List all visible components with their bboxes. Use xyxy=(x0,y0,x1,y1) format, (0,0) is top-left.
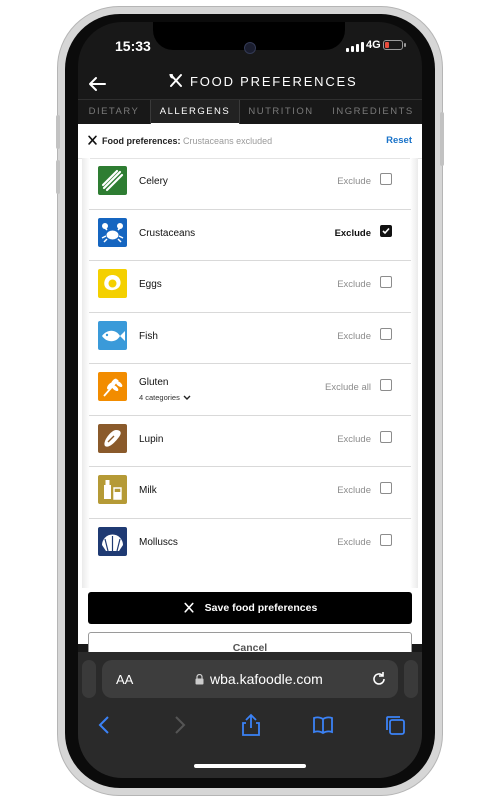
allergen-row-fish[interactable]: Fish Exclude xyxy=(89,313,411,364)
phone-screen: 15:33 4G FOOD PREFERENCES DIETARY ALLERG… xyxy=(78,22,422,778)
allergen-name: Crustaceans xyxy=(139,227,196,239)
phone-volume-button xyxy=(56,115,60,149)
battery-tip xyxy=(404,43,406,47)
tab-ingredients[interactable]: INGREDIENTS xyxy=(324,100,422,124)
milk-icon xyxy=(98,475,127,504)
home-indicator xyxy=(194,764,306,768)
exclude-checkbox[interactable] xyxy=(380,533,392,546)
reload-icon[interactable] xyxy=(370,670,388,688)
exclude-checkbox[interactable] xyxy=(380,430,392,443)
page-title: FOOD PREFERENCES xyxy=(190,73,358,89)
previous-tab-preview[interactable] xyxy=(82,660,96,698)
main-content: Food preferences: Crustaceans excluded R… xyxy=(78,124,422,664)
celery-icon xyxy=(98,166,127,195)
exclude-checkbox[interactable] xyxy=(380,327,392,340)
allergen-name: Eggs xyxy=(139,279,162,290)
url-text: wba.kafoodle.com xyxy=(210,671,323,687)
allergen-name: Gluten xyxy=(139,377,169,388)
allergen-name: Fish xyxy=(139,330,158,342)
exclude-checkbox[interactable] xyxy=(380,224,392,237)
cutlery-icon xyxy=(88,135,97,145)
save-preferences-button[interactable]: Save food preferences xyxy=(88,592,412,624)
lock-icon xyxy=(195,673,204,684)
tab-bar: DIETARY ALLERGENS NUTRITION INGREDIENTS xyxy=(78,99,422,125)
preferences-value: Crustaceans excluded xyxy=(183,136,273,146)
fish-icon xyxy=(98,320,127,350)
exclude-label: Exclude xyxy=(337,485,371,496)
allergen-row-eggs[interactable]: Eggs Exclude xyxy=(89,261,411,313)
tabs-icon[interactable] xyxy=(382,712,408,738)
bookmarks-icon[interactable] xyxy=(310,712,336,738)
categories-label: 4 categories xyxy=(139,393,180,402)
egg-icon xyxy=(98,269,127,298)
save-button-label: Save food preferences xyxy=(204,602,318,614)
exclude-checkbox[interactable] xyxy=(380,379,392,391)
status-time: 15:33 xyxy=(115,38,151,54)
share-icon[interactable] xyxy=(238,712,264,738)
exclude-checkbox[interactable] xyxy=(380,276,392,288)
exclude-checkbox[interactable] xyxy=(380,482,392,494)
exclude-label: Exclude xyxy=(337,176,371,187)
shell-icon xyxy=(98,526,127,556)
text-size-button[interactable]: AA xyxy=(116,672,133,687)
browser-toolbar xyxy=(78,712,422,752)
allergen-row-molluscs[interactable]: Molluscs Exclude xyxy=(89,519,411,571)
list-shadow-right xyxy=(410,158,418,588)
allergen-row-milk[interactable]: Milk Exclude xyxy=(89,467,411,519)
allergen-name: Molluscs xyxy=(139,536,178,548)
tab-allergens[interactable]: ALLERGENS xyxy=(150,100,240,125)
address-bar[interactable]: AA wba.kafoodle.com xyxy=(102,660,398,698)
exclude-checkbox[interactable] xyxy=(380,173,392,185)
gluten-categories-toggle[interactable]: 4 categories xyxy=(139,393,191,402)
crab-icon xyxy=(98,217,127,247)
allergen-name: Milk xyxy=(139,485,157,496)
next-tab-preview[interactable] xyxy=(404,660,418,698)
allergen-row-crustaceans[interactable]: Crustaceans Exclude xyxy=(89,210,411,261)
cutlery-icon xyxy=(184,602,194,613)
exclude-label: Exclude xyxy=(337,330,371,342)
preferences-summary: Food preferences: Crustaceans excluded R… xyxy=(78,124,422,159)
chevron-down-icon xyxy=(183,395,191,400)
battery-icon xyxy=(383,40,403,50)
tab-nutrition[interactable]: NUTRITION xyxy=(238,100,324,124)
back-arrow-icon[interactable] xyxy=(86,73,108,95)
exclude-label: Exclude xyxy=(334,227,371,239)
camera-icon xyxy=(244,42,256,54)
header-title: FOOD PREFERENCES xyxy=(168,73,357,89)
url-display[interactable]: wba.kafoodle.com xyxy=(195,671,323,687)
allergen-name: Celery xyxy=(139,176,168,187)
allergen-row-lupin[interactable]: Lupin Exclude xyxy=(89,416,411,467)
signal-icon xyxy=(346,42,364,52)
phone-side-button xyxy=(440,112,444,166)
preferences-text: Food preferences: Crustaceans excluded xyxy=(102,136,272,146)
browser-chrome: AA wba.kafoodle.com xyxy=(78,652,422,778)
network-label: 4G xyxy=(366,39,381,51)
exclude-label: Exclude xyxy=(337,536,371,548)
forward-chevron-icon[interactable] xyxy=(166,712,192,738)
tab-dietary[interactable]: DIETARY xyxy=(78,100,150,124)
exclude-all-label: Exclude all xyxy=(325,382,371,393)
phone-volume-button xyxy=(56,160,60,194)
checkmark-icon xyxy=(382,227,390,234)
allergen-list: Celery Exclude Crustaceans Exclude Eggs … xyxy=(89,158,411,570)
allergen-row-gluten[interactable]: Gluten 4 categories Exclude all xyxy=(89,364,411,416)
allergen-row-celery[interactable]: Celery Exclude xyxy=(89,158,411,210)
lupin-icon xyxy=(98,423,127,453)
exclude-label: Exclude xyxy=(337,433,371,445)
reset-link[interactable]: Reset xyxy=(386,135,412,146)
preferences-label: Food preferences: xyxy=(102,136,181,146)
cutlery-icon xyxy=(169,73,182,87)
allergen-name: Lupin xyxy=(139,433,164,445)
wheat-icon xyxy=(98,372,127,401)
back-chevron-icon[interactable] xyxy=(92,712,118,738)
exclude-label: Exclude xyxy=(337,279,371,290)
